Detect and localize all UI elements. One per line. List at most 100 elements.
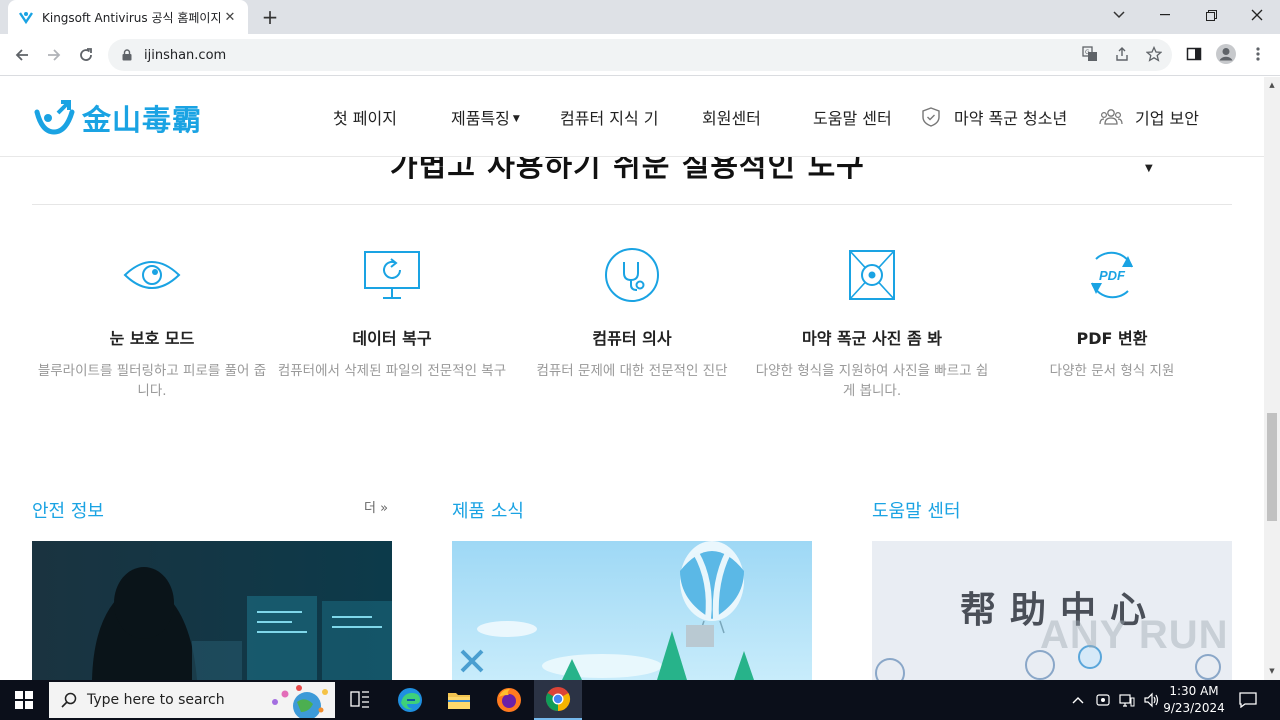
browser-tab-active[interactable]: Kingsoft Antivirus 공식 홈페이지 ✕ [8, 0, 248, 34]
bookmark-star-icon[interactable] [1142, 42, 1166, 66]
nav-product-features-label: 제품특징 [451, 109, 510, 128]
nav-help-center-label: 도움말 센터 [813, 109, 892, 128]
browser-tabstrip: Kingsoft Antivirus 공식 홈페이지 ✕ + [0, 0, 1280, 34]
section-title-help-center[interactable]: 도움말 센터 [872, 497, 961, 523]
nav-teen-protection[interactable]: 마약 폭군 청소년 [920, 105, 1067, 129]
anyrun-watermark: ANY RUN [1040, 613, 1229, 657]
forward-arrow-icon[interactable] [42, 43, 66, 67]
tool-desc: 다양한 문서 형식 지원 [1049, 363, 1175, 379]
nav-computer-knowledge[interactable]: 컴퓨터 지식 기 [560, 105, 659, 129]
meet-now-icon[interactable] [1092, 680, 1114, 720]
eye-icon [32, 247, 272, 303]
tool-data-recovery[interactable]: 데이터 복구 컴퓨터에서 삭제된 파일의 전문적인 복구 [272, 247, 512, 381]
scrollbar-thumb[interactable] [1267, 413, 1277, 521]
security-news-image[interactable] [32, 541, 392, 680]
clock-time: 1:30 AM [1169, 684, 1219, 698]
photo-viewer-icon [752, 247, 992, 303]
tool-pdf-convert[interactable]: PDF PDF 변환 다양한 문서 형식 지원 [992, 247, 1232, 381]
tool-name: 마약 폭군 사진 좀 봐 [801, 329, 943, 348]
tool-name: 눈 보호 모드 [109, 329, 195, 348]
restore-window-button[interactable] [1188, 0, 1234, 30]
page-scrollbar[interactable]: ▲ ▼ [1264, 77, 1280, 680]
nav-member-center-label: 회원센터 [702, 109, 761, 128]
section-title-product-news[interactable]: 제품 소식 [452, 497, 524, 523]
nav-member-center[interactable]: 회원센터 [702, 105, 761, 129]
nav-enterprise-security-label: 기업 보안 [1135, 109, 1199, 128]
kingsoft-favicon-icon [18, 9, 34, 25]
tray-chevron-up-icon[interactable] [1068, 680, 1088, 720]
site-logo[interactable]: 金山毒霸 [34, 97, 202, 139]
side-panel-icon[interactable] [1182, 42, 1206, 66]
stethoscope-icon [512, 247, 752, 303]
reload-icon[interactable] [74, 43, 98, 67]
scroll-up-arrow-icon[interactable]: ▲ [1267, 80, 1277, 90]
browser-menu-icon[interactable] [1246, 42, 1270, 66]
share-icon[interactable] [1110, 42, 1134, 66]
section-title-security[interactable]: 안전 정보 [32, 497, 104, 523]
users-group-icon [1099, 106, 1123, 128]
tool-eye-protection[interactable]: 눈 보호 모드 블루라이트를 필터링하고 피로를 풀어 줍니다. [32, 247, 272, 401]
tool-desc: 다양한 형식을 지원하여 사진을 빠르고 쉽게 봅니다. [755, 363, 989, 399]
kingsoft-logo-icon [34, 100, 75, 135]
scroll-down-arrow-icon[interactable]: ▼ [1267, 666, 1277, 676]
nav-teen-protection-label: 마약 폭군 청소년 [954, 109, 1068, 128]
tool-name: 데이터 복구 [352, 329, 432, 348]
address-bar[interactable]: ijinshan.com [108, 39, 1172, 71]
tool-name: 컴퓨터 의사 [592, 329, 672, 348]
caret-down-icon[interactable]: ▼ [1145, 163, 1153, 174]
tool-desc: 블루라이트를 필터링하고 피로를 풀어 줍니다. [37, 363, 267, 399]
url-text: ijinshan.com [144, 47, 227, 63]
logo-text: 金山毒霸 [82, 103, 203, 137]
svg-text:G: G [1085, 49, 1090, 56]
nav-home[interactable]: 첫 페이지 [333, 105, 397, 129]
double-chevron-right-icon: » [375, 501, 389, 516]
minimize-window-button[interactable] [1142, 0, 1188, 30]
close-window-button[interactable] [1234, 0, 1280, 30]
pdf-convert-icon: PDF [992, 247, 1232, 303]
tool-name: PDF 변환 [1076, 329, 1148, 348]
divider [32, 204, 1232, 205]
notification-center-icon[interactable] [1234, 680, 1262, 720]
nav-enterprise-security[interactable]: 기업 보안 [1099, 105, 1199, 129]
windows-start-icon[interactable] [0, 680, 48, 720]
tool-computer-doctor[interactable]: 컴퓨터 의사 컴퓨터 문제에 대한 전문적인 진단 [512, 247, 752, 381]
nav-computer-knowledge-label: 컴퓨터 지식 기 [560, 109, 659, 128]
caret-down-icon: ▼ [512, 114, 520, 124]
windows-taskbar: Type here to search 1:30 AM 9/23/2024 [0, 680, 1280, 720]
tool-desc: 컴퓨터에서 삭제된 파일의 전문적인 복구 [277, 363, 507, 379]
monitor-restore-icon [272, 247, 512, 303]
translate-icon[interactable]: G [1078, 42, 1102, 66]
nav-product-features[interactable]: 제품특징 ▼ [451, 105, 520, 129]
clock-date: 9/23/2024 [1163, 701, 1225, 715]
firefox-icon[interactable] [485, 680, 533, 720]
svg-text:PDF: PDF [1099, 268, 1126, 283]
tab-search-chevron-icon[interactable] [1096, 0, 1142, 30]
product-news-image[interactable] [452, 541, 812, 680]
search-icon [61, 692, 77, 708]
help-center-image[interactable]: 帮助中心 [872, 541, 1232, 680]
chrome-icon[interactable] [534, 680, 582, 720]
more-link-label: 더 [364, 501, 376, 516]
file-explorer-icon[interactable] [435, 680, 483, 720]
tab-close-icon[interactable]: ✕ [222, 9, 238, 25]
tool-photo-viewer[interactable]: 마약 폭군 사진 좀 봐 다양한 형식을 지원하여 사진을 빠르고 쉽게 봅니다… [752, 247, 992, 401]
nav-help-center[interactable]: 도움말 센터 [813, 105, 892, 129]
page-viewport: 金山毒霸 첫 페이지 제품특징 ▼ 컴퓨터 지식 기 회원센터 도움말 센터 마약… [0, 77, 1264, 680]
taskbar-clock[interactable]: 1:30 AM 9/23/2024 [1158, 683, 1230, 717]
browser-toolbar: ijinshan.com G [0, 34, 1280, 76]
new-tab-button[interactable]: + [258, 5, 282, 29]
network-icon[interactable] [1116, 680, 1138, 720]
shield-icon [920, 106, 942, 128]
tool-desc: 컴퓨터 문제에 대한 전문적인 진단 [536, 363, 728, 379]
back-arrow-icon[interactable] [10, 43, 34, 67]
taskbar-search-box[interactable]: Type here to search [49, 682, 335, 718]
more-link[interactable]: 더 » [364, 497, 388, 516]
profile-avatar-icon[interactable] [1214, 42, 1238, 66]
tab-title: Kingsoft Antivirus 공식 홈페이지 [42, 10, 222, 25]
search-highlight-globe-icon [272, 685, 328, 718]
task-view-icon[interactable] [336, 680, 384, 720]
lock-icon[interactable] [122, 49, 132, 61]
site-header: 金山毒霸 첫 페이지 제품특징 ▼ 컴퓨터 지식 기 회원센터 도움말 센터 마약… [0, 77, 1264, 157]
edge-browser-icon[interactable] [386, 680, 434, 720]
nav-home-label: 첫 페이지 [333, 109, 397, 128]
